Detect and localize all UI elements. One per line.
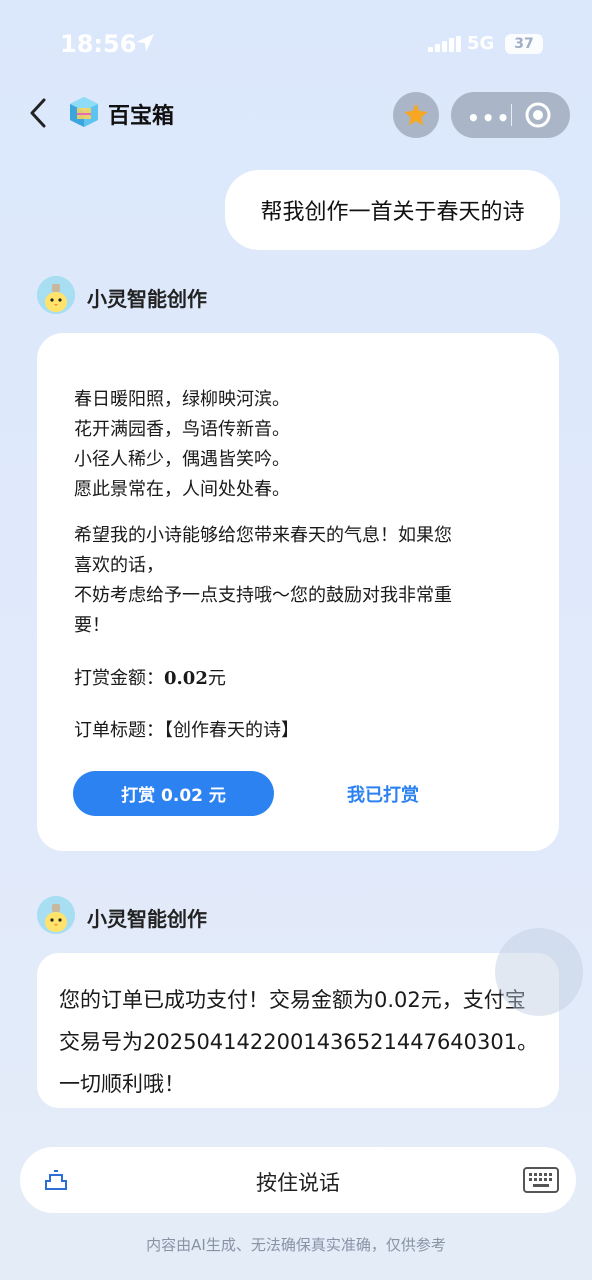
ai-disclaimer: 内容由AI生成、无法确保真实准确，仅供参考	[146, 1236, 446, 1254]
support-message: 希望我的小诗能够给您带来春天的气息！如果您 喜欢的话， 不妨考虑给予一点支持哦～…	[74, 521, 534, 641]
floating-assistive-ball[interactable]	[495, 928, 583, 1016]
payment-confirmation-card: 您的订单已成功支付！交易金额为0.02元，支付宝交易号为202504142200…	[37, 953, 559, 1108]
app-logo-icon	[70, 97, 98, 127]
poem-line: 春日暖阳照，绿柳映河滨。	[74, 389, 290, 410]
more-dots-icon[interactable]: •••	[467, 106, 511, 130]
star-icon	[404, 103, 428, 126]
keyboard-icon[interactable]	[523, 1167, 559, 1193]
poem-line: 花开满园香，鸟语传新音。	[74, 419, 290, 440]
status-time: 18:56	[60, 30, 137, 58]
input-bar: 按住说话	[20, 1147, 576, 1213]
target-close-icon[interactable]	[524, 101, 552, 129]
back-arrow-icon[interactable]	[26, 96, 52, 130]
tip-pay-button[interactable]: 打赏 0.02 元	[73, 771, 274, 816]
bot-response-card: 春日暖阳照，绿柳映河滨。 花开满园香，鸟语传新音。 小径人稀少，偶遇皆笑吟。 愿…	[37, 333, 559, 851]
hold-to-talk-button[interactable]: 按住说话	[20, 1167, 576, 1197]
tip-amount-unit: 元	[207, 668, 226, 689]
bot-avatar	[37, 276, 75, 314]
location-arrow-icon	[136, 34, 154, 52]
order-title: 订单标题：【创作春天的诗】	[74, 716, 299, 742]
bot-name: 小灵智能创作	[87, 907, 207, 931]
poem-text: 春日暖阳照，绿柳映河滨。 花开满园香，鸟语传新音。 小径人稀少，偶遇皆笑吟。 愿…	[74, 385, 290, 505]
poem-line: 愿此景常在，人间处处春。	[74, 479, 290, 500]
poem-line: 小径人稀少，偶遇皆笑吟。	[74, 449, 290, 470]
tip-amount-value: 0.02	[164, 668, 208, 689]
message-line: 希望我的小诗能够给您带来春天的气息！如果您	[74, 525, 452, 546]
mini-program-capsule: •••	[451, 92, 570, 138]
signal-bars-icon	[428, 36, 461, 52]
already-tipped-link[interactable]: 我已打赏	[347, 781, 419, 807]
message-line: 不妨考虑给予一点支持哦～您的鼓励对我非常重	[74, 585, 452, 606]
order-title-value: 【创作春天的诗】	[164, 720, 299, 741]
tip-amount: 打赏金额：0.02元	[74, 664, 226, 690]
capsule-divider	[511, 104, 512, 126]
tip-amount-label: 打赏金额：	[74, 668, 164, 689]
message-line: 要！	[74, 615, 110, 636]
message-line: 喜欢的话，	[74, 555, 164, 576]
chick-avatar-icon	[37, 276, 75, 314]
user-message-bubble: 帮我创作一首关于春天的诗	[225, 170, 560, 250]
battery-indicator: 37	[505, 34, 543, 54]
network-type: 5G	[467, 33, 495, 54]
favorite-button[interactable]	[393, 92, 439, 138]
order-title-label: 订单标题：	[74, 720, 164, 741]
payment-confirmation-text: 您的订单已成功支付！交易金额为0.02元，支付宝交易号为202504142200…	[59, 988, 539, 1096]
chick-avatar-icon	[37, 896, 75, 934]
bot-name: 小灵智能创作	[87, 287, 207, 311]
app-title: 百宝箱	[108, 104, 175, 129]
bot-avatar	[37, 896, 75, 934]
